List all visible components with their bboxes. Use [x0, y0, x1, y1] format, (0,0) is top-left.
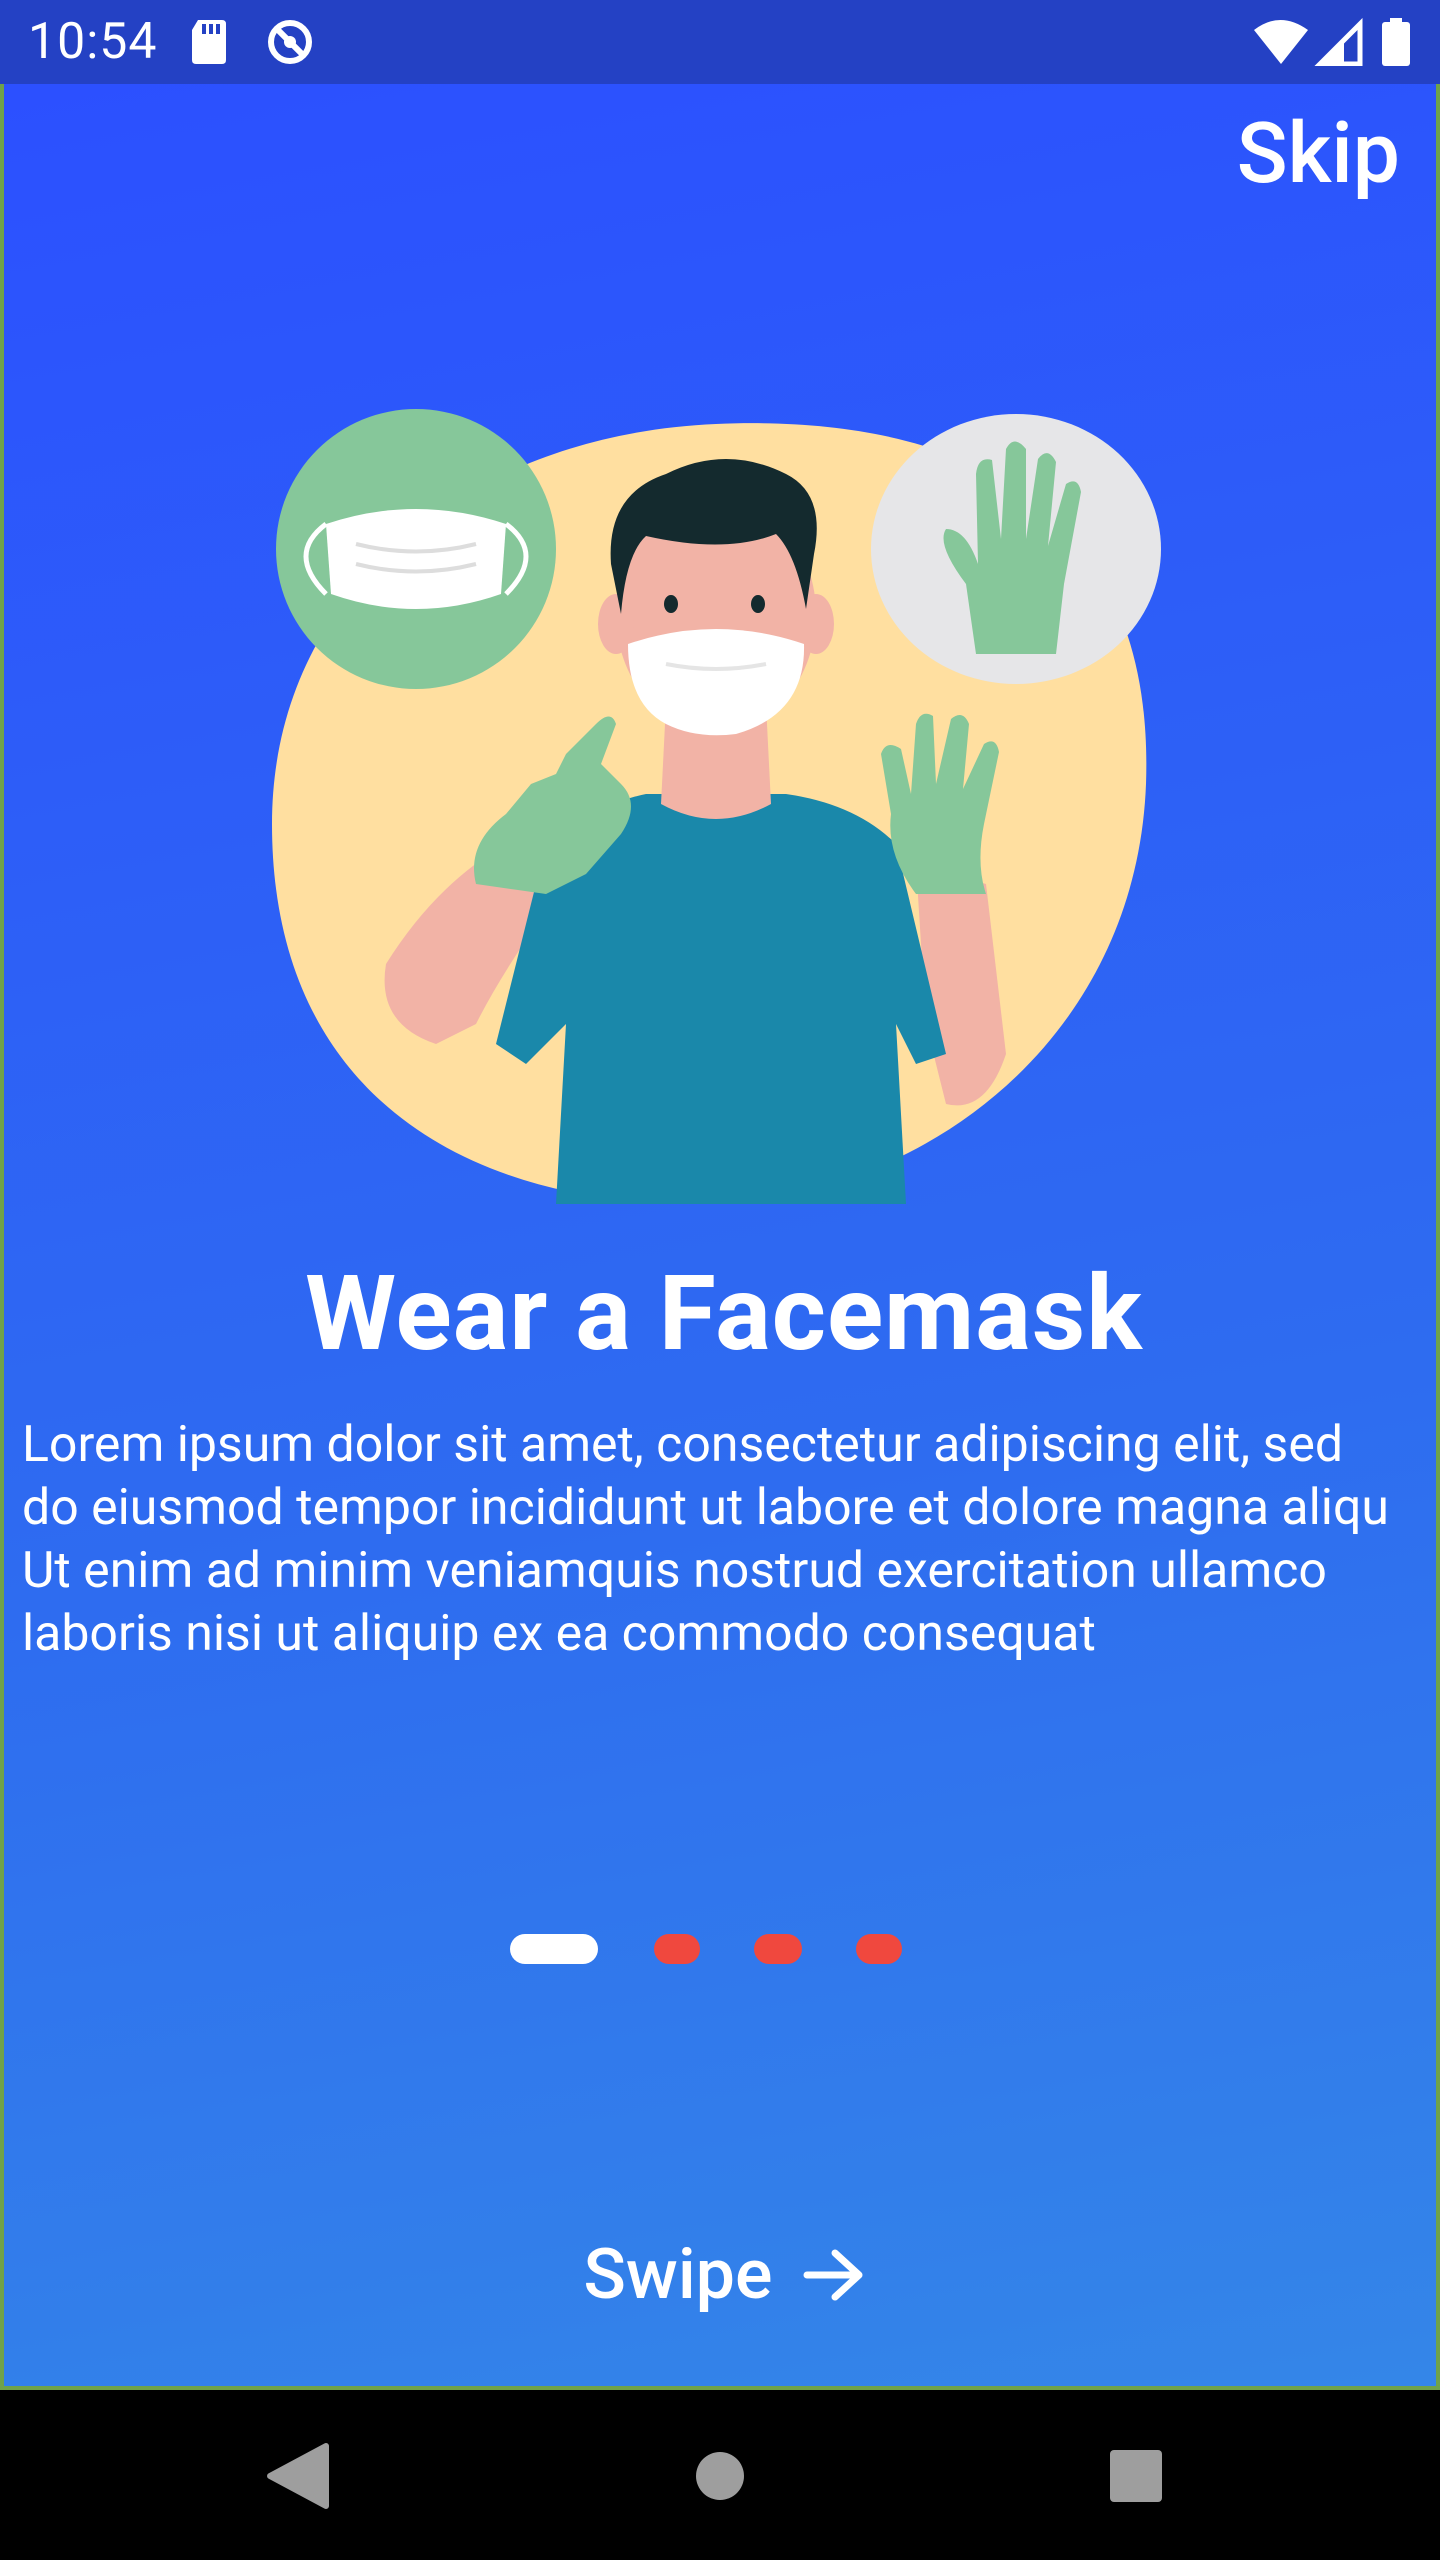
- skip-button[interactable]: Skip: [1237, 104, 1400, 203]
- recents-icon[interactable]: [1110, 2450, 1162, 2502]
- facemask-badge: [276, 409, 556, 689]
- status-right-icons: [1254, 18, 1410, 66]
- page-indicator-dot[interactable]: [754, 1934, 802, 1964]
- page-indicator-dot[interactable]: [856, 1934, 902, 1964]
- glove-badge: [871, 414, 1161, 684]
- signal-icon: [1314, 18, 1363, 66]
- page-indicator: [4, 1934, 1440, 1974]
- wifi-icon: [1254, 20, 1308, 64]
- page-indicator-dot-active[interactable]: [510, 1934, 598, 1964]
- onboarding-screen[interactable]: Skip Wear a Facemask Lorem ipsum dolor s…: [0, 84, 1440, 2390]
- screen: 10:54 Skip Wear a Facemask Lorem ipsum d…: [0, 0, 1440, 2560]
- back-icon[interactable]: [267, 2443, 329, 2509]
- onboarding-title: Wear a Facemask: [305, 1254, 1143, 1375]
- navigation-bar: [0, 2390, 1440, 2560]
- status-time: 10:54: [28, 13, 158, 71]
- swipe-button[interactable]: Swipe: [4, 2234, 1440, 2316]
- home-icon[interactable]: [696, 2452, 744, 2500]
- status-bar: 10:54: [0, 0, 1440, 84]
- swipe-label: Swipe: [583, 2234, 773, 2316]
- no-data-saver-icon: [268, 20, 312, 64]
- arrow-right-icon: [803, 2249, 862, 2301]
- battery-icon: [1382, 18, 1410, 66]
- page-indicator-dot[interactable]: [654, 1934, 700, 1964]
- sd-card-icon: [192, 20, 226, 64]
- onboarding-description: Lorem ipsum dolor sit amet, consectetur …: [22, 1416, 1389, 1663]
- facemask-illustration: [272, 409, 1161, 1204]
- status-left-icons: [192, 20, 312, 64]
